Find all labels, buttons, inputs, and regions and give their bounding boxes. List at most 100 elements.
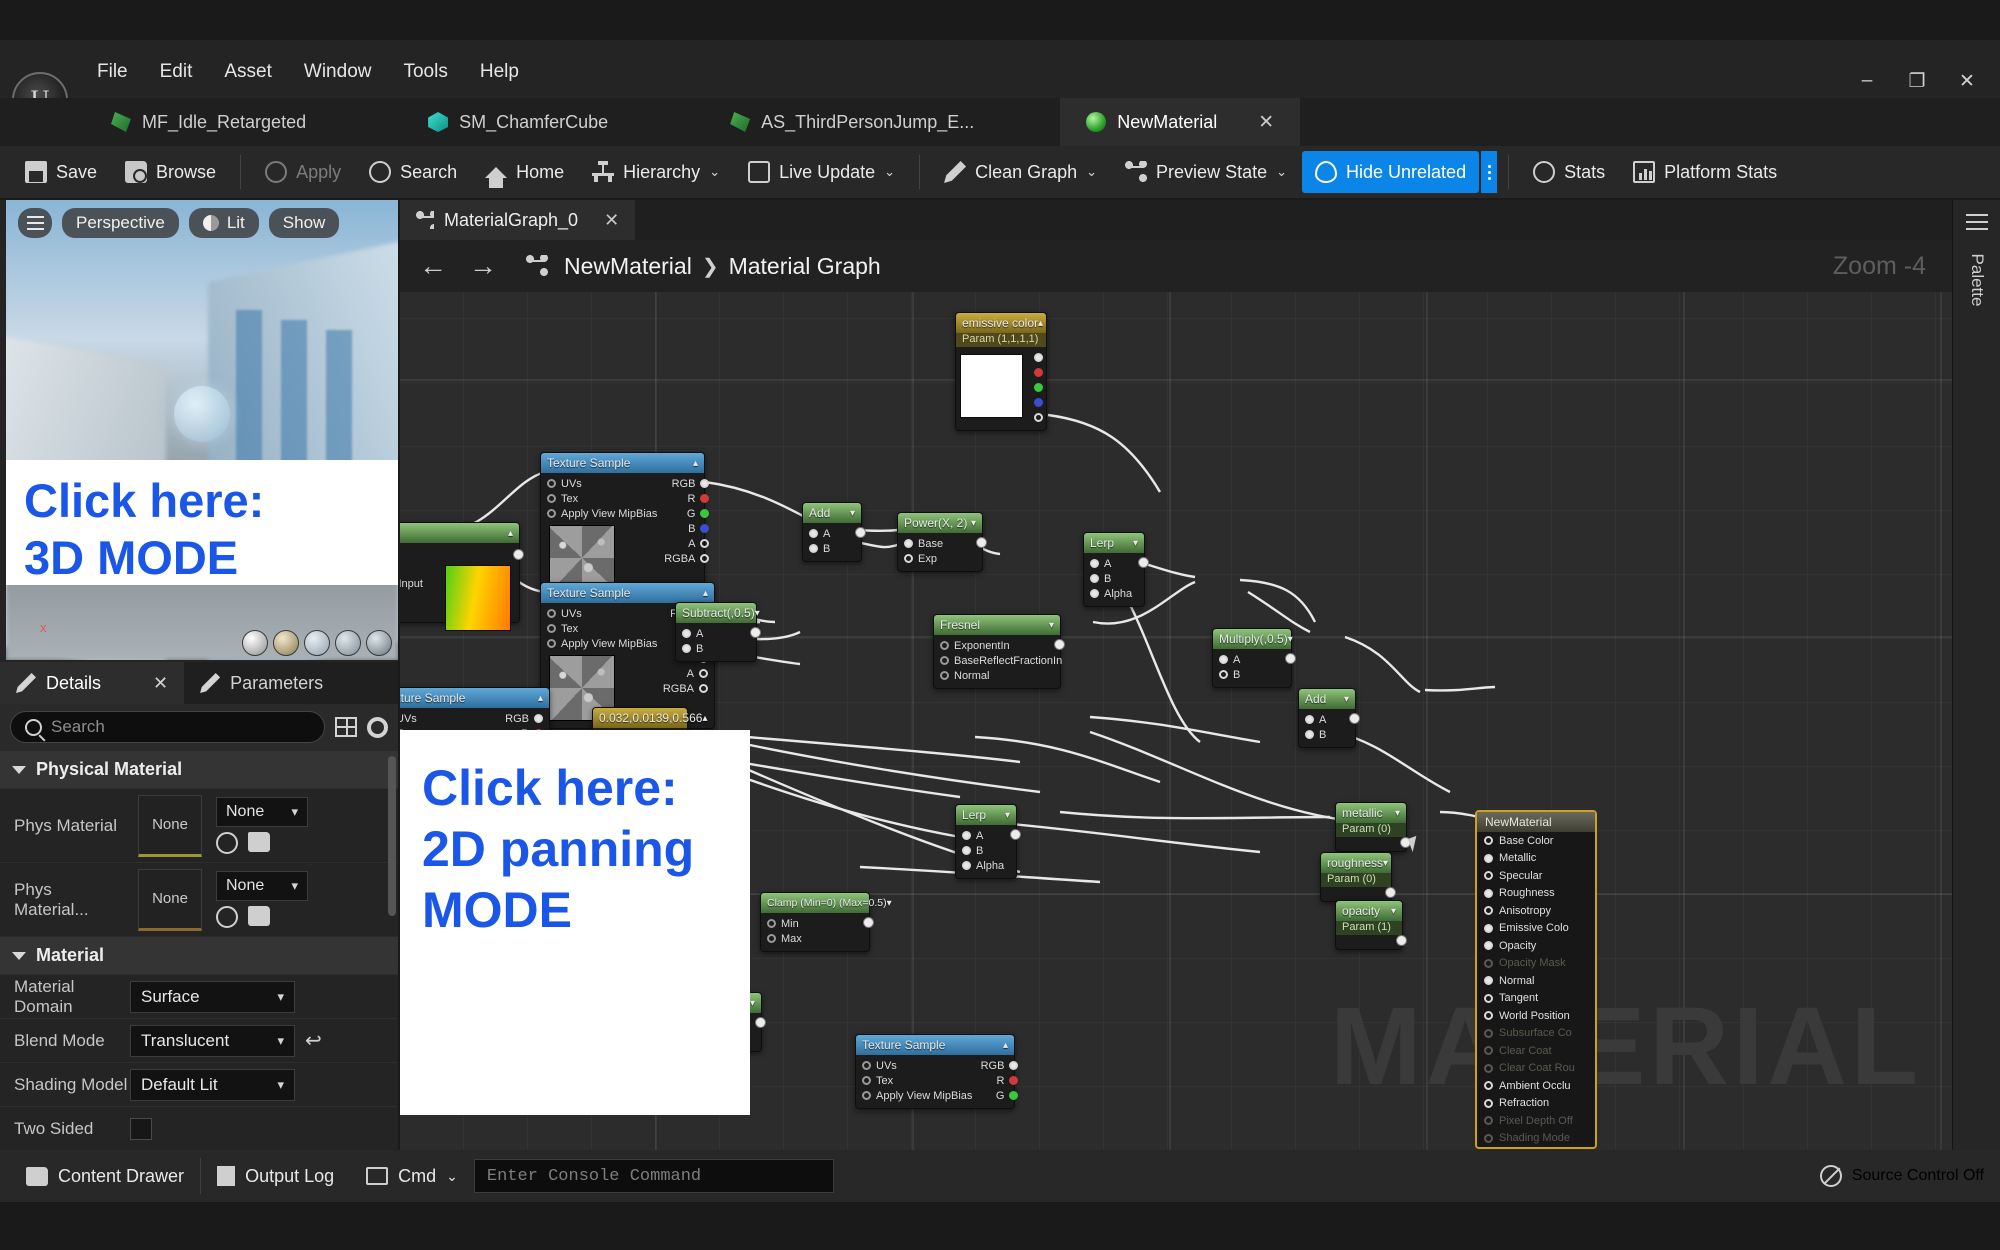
material-pin-emissive-color[interactable]: Emissive Colo [1477, 920, 1595, 938]
node-metallic-param[interactable]: metallic ▾ Param (0) [1335, 802, 1411, 852]
chevron-down-icon[interactable]: ▾ [1133, 538, 1138, 549]
toolbar-hide-unrelated-button[interactable]: Hide Unrelated [1302, 151, 1480, 193]
node-pin[interactable]: G [663, 506, 715, 521]
viewport-material-preview-shapes[interactable] [242, 630, 392, 656]
chevron-down-icon[interactable]: ▾ [1344, 694, 1349, 705]
browse-icon[interactable] [248, 906, 270, 926]
node-pin[interactable]: A [803, 526, 861, 541]
chevron-down-icon[interactable]: ▾ [850, 508, 855, 519]
node-output-pin[interactable] [755, 1017, 766, 1028]
node-pin[interactable]: A [1084, 556, 1144, 571]
node-header[interactable]: Lerp ▾ [1084, 533, 1144, 553]
node-header[interactable]: Add ▾ [803, 503, 861, 523]
palette-strip[interactable]: Palette [1952, 200, 2000, 1150]
breadcrumb-leaf[interactable]: Material Graph [729, 253, 881, 280]
minimize-button[interactable]: – [1844, 62, 1890, 100]
reset-icon[interactable] [216, 906, 238, 928]
toolbar-search-button[interactable]: Search [356, 151, 470, 193]
material-pin-base-color[interactable]: Base Color [1477, 832, 1595, 850]
node-output-pin[interactable] [1349, 713, 1360, 724]
shading-model-combo[interactable]: Default Lit ▾ [130, 1068, 295, 1101]
chevron-down-icon[interactable]: ▾ [1005, 810, 1010, 821]
tab-parameters[interactable]: Parameters [184, 662, 339, 704]
preview-shape-plane[interactable] [304, 630, 330, 656]
node-emissive-color-param[interactable]: emissive color ▴ Param (1,1,1,1) [955, 312, 1047, 431]
chevron-down-icon[interactable]: ▾ [887, 898, 892, 909]
cmd-button[interactable]: Cmd ⌄ [350, 1150, 474, 1202]
asset-tab-mf-idle-retargeted[interactable]: MF_Idle_Retargeted [85, 98, 333, 146]
node-add-1[interactable]: Add ▾ A B [802, 502, 866, 562]
chevron-down-icon[interactable]: ⌄ [1276, 164, 1287, 180]
node-pin[interactable]: B [1213, 667, 1291, 682]
node-output-pin[interactable] [976, 537, 987, 548]
node-pin[interactable]: UVs [541, 606, 666, 621]
blend-mode-combo[interactable]: Translucent ▾ [130, 1024, 295, 1057]
asset-tab-as-thirdpersonjump[interactable]: AS_ThirdPersonJump_E... [704, 98, 1001, 146]
node-pin[interactable]: A [666, 666, 714, 681]
chevron-down-icon[interactable]: ▾ [1383, 858, 1388, 869]
material-pin-metallic[interactable]: Metallic [1477, 850, 1595, 868]
node-header[interactable]: BumpOffset ▴ [400, 523, 519, 543]
node-subtract[interactable]: Subtract(,0.5) ▾ A B [675, 602, 761, 662]
reset-icon[interactable] [216, 832, 238, 854]
node-pin[interactable]: A [956, 828, 1016, 843]
node-header[interactable]: Multiply(,0.5) ▾ [1213, 629, 1293, 649]
viewport-perspective-button[interactable]: Perspective [62, 208, 179, 238]
node-pin[interactable]: RGB [501, 711, 549, 726]
material-pin-clear-coat-roughness[interactable]: Clear Coat Rou [1477, 1060, 1595, 1078]
chevron-down-icon[interactable]: ▾ [1391, 906, 1396, 917]
node-pin[interactable]: RGB [663, 476, 715, 491]
node-output-pin[interactable] [1396, 935, 1407, 946]
preview-shape-custom[interactable] [366, 630, 392, 656]
chevron-down-icon[interactable]: ⌄ [1086, 164, 1097, 180]
node-pin[interactable]: RGBA [663, 681, 714, 696]
node-pin[interactable]: B [956, 843, 1016, 858]
node-output-pin[interactable] [1010, 829, 1021, 840]
chevron-down-icon[interactable]: ⌄ [709, 164, 720, 180]
menu-asset[interactable]: Asset [212, 56, 284, 88]
node-header[interactable]: metallic ▾ [1336, 803, 1406, 823]
node-pin[interactable]: Apply View MipBias [541, 636, 666, 651]
viewport-menu-icon[interactable] [18, 208, 52, 238]
node-header[interactable]: emissive color ▴ [956, 313, 1046, 333]
node-output-pin[interactable] [513, 549, 524, 560]
chevron-down-icon[interactable]: ▾ [1049, 620, 1054, 631]
node-pin[interactable]: Base [898, 536, 982, 551]
chevron-up-icon[interactable]: ▴ [1038, 318, 1043, 329]
node-clamp[interactable]: Clamp (Min=0) (Max=0.5) ▾ Min Max [760, 892, 892, 952]
node-pin[interactable]: B [1299, 727, 1355, 742]
node-header[interactable]: Texture Sample ▴ [400, 688, 549, 708]
viewport-lit-button[interactable]: Lit [188, 208, 259, 238]
material-pin-subsurface-color[interactable]: Subsurface Co [1477, 1025, 1595, 1043]
nav-back-button[interactable]: ← [416, 250, 450, 282]
node-fresnel-1[interactable]: Fresnel ▾ ExponentIn BaseReflectFraction… [933, 614, 1065, 689]
node-multiply-1[interactable]: Multiply(,0.5) ▾ A B [1212, 628, 1296, 688]
chevron-up-icon[interactable]: ▴ [1003, 1040, 1008, 1051]
node-texture-sample-1[interactable]: Texture Sample ▴ UVs Tex Apply View MipB… [540, 452, 710, 599]
chevron-up-icon[interactable]: ▴ [508, 528, 513, 539]
node-pin[interactable]: RGB [978, 1058, 1024, 1073]
material-pin-opacity-mask[interactable]: Opacity Mask [1477, 955, 1595, 973]
material-pin-opacity[interactable]: Opacity [1477, 937, 1595, 955]
maximize-button[interactable]: ❐ [1894, 62, 1940, 100]
details-tab-close-icon[interactable]: ✕ [153, 673, 168, 694]
menu-file[interactable]: File [85, 56, 140, 88]
toolbar-home-button[interactable]: Home [472, 151, 577, 193]
details-scrollbar[interactable] [388, 756, 396, 916]
node-header[interactable]: 0.032,0.0139,0.566 ▴ [593, 708, 707, 728]
toolbar-hierarchy-button[interactable]: Hierarchy ⌄ [579, 151, 733, 193]
chevron-down-icon[interactable]: ⌄ [884, 164, 895, 180]
material-preview-viewport[interactable]: Perspective Lit Show x [6, 200, 398, 660]
graph-tab-close-icon[interactable]: ✕ [604, 210, 619, 231]
node-pin[interactable]: B [663, 521, 715, 536]
material-pin-normal[interactable]: Normal [1477, 972, 1595, 990]
node-pin[interactable]: UVs [541, 476, 663, 491]
node-pin[interactable]: A [1299, 712, 1355, 727]
node-header[interactable]: roughness ▾ [1321, 853, 1391, 873]
toolbar-save-button[interactable]: Save [12, 151, 110, 193]
node-pin[interactable]: Tex [856, 1073, 978, 1088]
breadcrumb-root[interactable]: NewMaterial [564, 253, 692, 280]
phys-material-combo[interactable]: None ▾ [216, 797, 308, 827]
chevron-down-icon[interactable]: ▾ [755, 608, 760, 619]
node-pin[interactable]: UVs [856, 1058, 978, 1073]
